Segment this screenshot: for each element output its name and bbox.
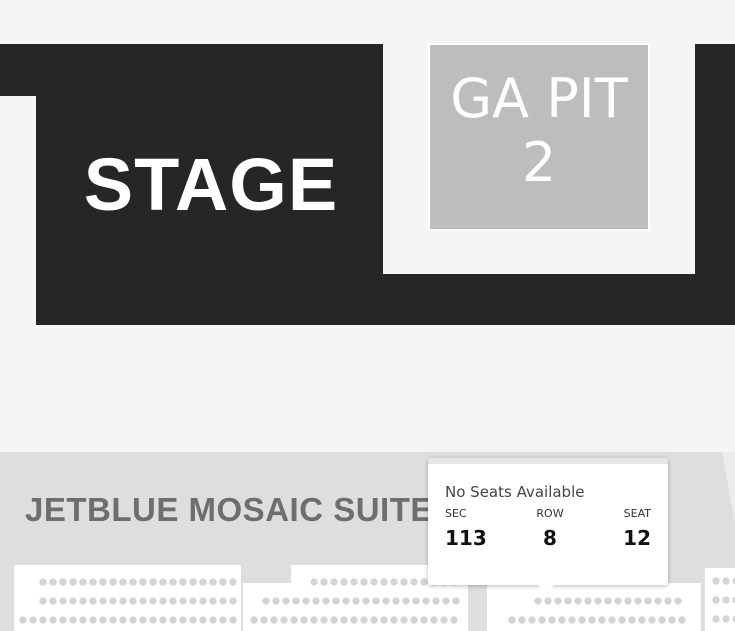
seat-row[interactable] bbox=[711, 596, 735, 604]
seat-section-block[interactable] bbox=[705, 568, 735, 631]
section-label: SEC bbox=[445, 507, 467, 520]
seat-value: 12 bbox=[623, 526, 651, 550]
tooltip-header-bar bbox=[428, 458, 668, 464]
seat-row[interactable] bbox=[533, 597, 683, 605]
seat-row[interactable] bbox=[261, 597, 461, 605]
seat-info-tooltip: No Seats Available SEC 113 ROW 8 SEAT 12 bbox=[428, 458, 668, 593]
seat-info: SEAT 12 bbox=[621, 507, 651, 555]
stage-label: STAGE bbox=[83, 143, 339, 226]
seat-section-block[interactable] bbox=[487, 583, 701, 631]
seat-label: SEAT bbox=[623, 507, 651, 520]
seat-map[interactable]: STAGE GA PIT 2 JETBLUE MOSAIC SUITES No … bbox=[0, 0, 735, 631]
seat-row[interactable] bbox=[18, 616, 238, 624]
suite-label: JETBLUE MOSAIC SUITES bbox=[25, 491, 456, 528]
availability-status: No Seats Available bbox=[445, 483, 585, 501]
ga-pit-2-section[interactable]: GA PIT 2 bbox=[428, 43, 650, 231]
seat-section-block[interactable] bbox=[14, 565, 241, 631]
seat-row[interactable] bbox=[38, 597, 238, 605]
ga-pit-number: 2 bbox=[521, 131, 557, 194]
row-label: ROW bbox=[536, 507, 564, 520]
seat-row[interactable] bbox=[38, 578, 238, 586]
seat-row[interactable] bbox=[249, 616, 461, 624]
seat-row[interactable] bbox=[711, 615, 735, 623]
seat-row[interactable] bbox=[711, 577, 735, 585]
tooltip-pointer bbox=[537, 584, 555, 593]
row-info: ROW 8 bbox=[535, 507, 565, 555]
section-value: 113 bbox=[445, 526, 487, 550]
seat-row[interactable] bbox=[507, 616, 687, 624]
ga-pit-label: GA PIT bbox=[450, 67, 628, 130]
seat-section-block[interactable] bbox=[243, 583, 468, 631]
section-info: SEC 113 bbox=[445, 507, 487, 555]
row-value: 8 bbox=[543, 526, 557, 550]
